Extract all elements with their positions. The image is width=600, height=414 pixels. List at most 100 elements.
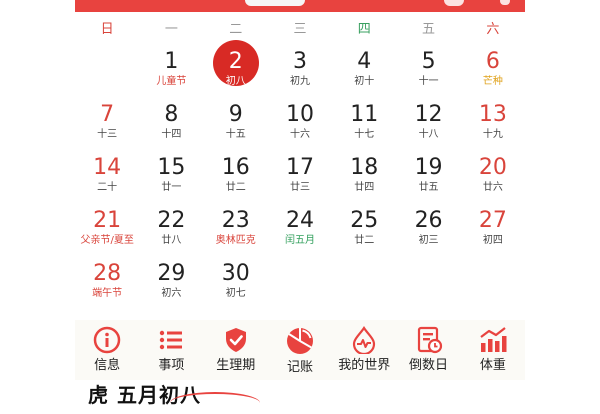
calendar-day-11[interactable]: 11 十七 [332, 97, 396, 150]
calendar-day-23[interactable]: 23 奥林匹克 [204, 203, 268, 256]
toolbar-label: 信息 [94, 358, 121, 373]
calendar-day-5[interactable]: 5 十一 [396, 44, 460, 97]
calendar-day-29[interactable]: 29 初六 [139, 256, 203, 309]
countdown-icon [417, 326, 442, 354]
calendar-day-22[interactable]: 22 廿八 [139, 203, 203, 256]
weekday-fri: 五 [422, 22, 436, 37]
day-number: 9 [228, 102, 243, 127]
calendar-day-1[interactable]: 1 儿童节 [139, 44, 203, 97]
day-number: 12 [414, 102, 443, 127]
day-number: 20 [478, 155, 507, 180]
lunar-label: 廿二 [225, 182, 246, 193]
lunar-label: 廿五 [418, 182, 439, 193]
bottom-toolbar: 信息 事项 生理期 记账 我的世界 倒数日 体重 [75, 320, 525, 380]
toolbar-item-period[interactable]: 生理期 [204, 320, 268, 380]
calendar-day-6[interactable]: 6 芒种 [461, 44, 525, 97]
lunar-label: 芒种 [482, 76, 503, 87]
calendar-day-27[interactable]: 27 初四 [461, 203, 525, 256]
lunar-label: 十六 [289, 129, 310, 140]
lunar-label: 奥林匹克 [215, 235, 256, 246]
lunar-label: 廿一 [161, 182, 182, 193]
day-number: 23 [221, 208, 250, 233]
calendar-day-10[interactable]: 10 十六 [268, 97, 332, 150]
weekday-sun: 日 [100, 22, 114, 37]
lunar-label: 廿二 [354, 235, 375, 246]
calendar-day-16[interactable]: 16 廿二 [204, 150, 268, 203]
day-number: 1 [164, 49, 179, 74]
calendar-day-25[interactable]: 25 廿二 [332, 203, 396, 256]
lunar-label: 十五 [225, 129, 246, 140]
weekday-sat: 六 [486, 22, 500, 37]
day-number: 29 [157, 261, 186, 286]
calendar-day-9[interactable]: 9 十五 [204, 97, 268, 150]
lunar-label: 初七 [225, 288, 246, 299]
toolbar-item-accounting[interactable]: 记账 [268, 320, 332, 380]
weekday-wed: 三 [293, 22, 307, 37]
lunar-label: 十四 [161, 129, 182, 140]
lunar-label: 初三 [418, 235, 439, 246]
calendar-day-24[interactable]: 24 闰五月 [268, 203, 332, 256]
calendar-day-18[interactable]: 18 廿四 [332, 150, 396, 203]
lunar-label: 二十 [97, 182, 118, 193]
weekday-thu: 四 [357, 22, 371, 37]
calendar-day-14[interactable]: 14 二十 [75, 150, 139, 203]
day-number: 25 [350, 208, 379, 233]
calendar-day-28[interactable]: 28 端午节 [75, 256, 139, 309]
calendar-day-3[interactable]: 3 初九 [268, 44, 332, 97]
day-number: 28 [93, 261, 122, 286]
decorative-curve [170, 392, 260, 414]
day-number: 11 [350, 102, 379, 127]
calendar-day-19[interactable]: 19 廿五 [396, 150, 460, 203]
toolbar-label: 事项 [158, 358, 185, 373]
day-number: 5 [421, 49, 436, 74]
day-number: 14 [93, 155, 122, 180]
calendar-day-2[interactable]: 2 初八 [204, 40, 268, 97]
lunar-label: 闰五月 [284, 235, 315, 246]
lunar-label: 十七 [354, 129, 375, 140]
day-number: 10 [285, 102, 314, 127]
lunar-label: 初四 [482, 235, 503, 246]
toolbar-item-tasks[interactable]: 事项 [139, 320, 203, 380]
calendar-day-15[interactable]: 15 廿一 [139, 150, 203, 203]
calendar-day-20[interactable]: 20 廿六 [461, 150, 525, 203]
calendar-day-17[interactable]: 17 廿三 [268, 150, 332, 203]
day-number: 4 [357, 49, 372, 74]
header-more-icon[interactable] [500, 0, 510, 5]
header-button[interactable] [444, 0, 464, 6]
calendar-day-4[interactable]: 4 初十 [332, 44, 396, 97]
weekday-tue: 二 [229, 22, 243, 37]
toolbar-label: 记账 [286, 360, 313, 375]
calendar-day-12[interactable]: 12 十八 [396, 97, 460, 150]
header-pill[interactable] [245, 0, 305, 6]
toolbar-item-info[interactable]: 信息 [75, 320, 139, 380]
lunar-label: 父亲节/夏至 [80, 235, 134, 246]
calendar-day-7[interactable]: 7 十三 [75, 97, 139, 150]
lunar-label: 廿四 [354, 182, 375, 193]
toolbar-label: 体重 [479, 358, 506, 373]
day-number: 3 [292, 49, 307, 74]
calendar-day-30[interactable]: 30 初七 [204, 256, 268, 309]
day-number: 24 [285, 208, 314, 233]
toolbar-item-countdown[interactable]: 倒数日 [396, 320, 460, 380]
toolbar-item-weight[interactable]: 体重 [461, 320, 525, 380]
toolbar-item-my-world[interactable]: 我的世界 [332, 320, 396, 380]
shield-check-icon [225, 328, 246, 352]
weekday-header: 日 一 二 三 四 五 六 [75, 20, 525, 40]
heartbeat-drop-icon [353, 326, 376, 354]
day-number: 26 [414, 208, 443, 233]
calendar-day-26[interactable]: 26 初三 [396, 203, 460, 256]
toolbar-label: 我的世界 [338, 358, 391, 373]
calendar-day-21[interactable]: 21 父亲节/夏至 [75, 203, 139, 256]
calendar-day-8[interactable]: 8 十四 [139, 97, 203, 150]
weekday-mon: 一 [164, 22, 178, 37]
day-number: 21 [93, 208, 122, 233]
day-number: 30 [221, 261, 250, 286]
day-number: 8 [164, 102, 179, 127]
bar-trend-icon [480, 327, 507, 352]
day-number: 15 [157, 155, 186, 180]
day-number: 18 [350, 155, 379, 180]
lunar-label: 初十 [354, 76, 375, 87]
calendar-day-13[interactable]: 13 十九 [461, 97, 525, 150]
day-number: 22 [157, 208, 186, 233]
calendar-day-empty [75, 44, 139, 97]
